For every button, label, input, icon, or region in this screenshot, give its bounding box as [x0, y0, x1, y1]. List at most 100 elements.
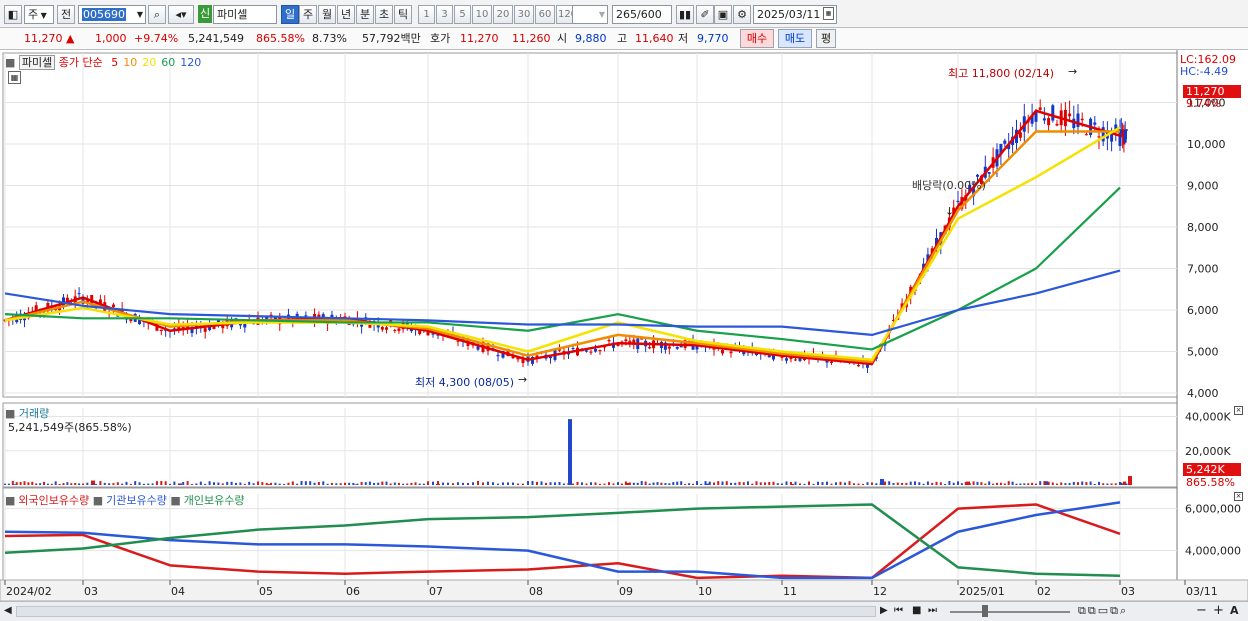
- tab-period-4[interactable]: 분: [356, 5, 374, 24]
- volume-bar: [781, 483, 783, 485]
- tab-period-6[interactable]: 틱: [394, 5, 412, 24]
- candle-type-icon[interactable]: ▮▮: [676, 5, 694, 24]
- view-icons[interactable]: ⧉⧉▭⧉⌕: [1078, 604, 1128, 618]
- volume-bar: [628, 482, 631, 485]
- interval-button-0[interactable]: 1: [418, 5, 435, 24]
- calendar-icon[interactable]: ▦: [823, 7, 834, 20]
- chevron-down-icon[interactable]: ▼: [137, 6, 143, 23]
- tab-period-0[interactable]: 일: [281, 5, 299, 24]
- zoom-out-icon[interactable]: −: [1196, 603, 1207, 618]
- ma-label[interactable]: 20: [142, 56, 156, 69]
- volume-bar: [540, 481, 543, 485]
- volume-bar: [620, 483, 623, 485]
- volume-bar: [826, 481, 828, 485]
- volume-bar: [835, 482, 837, 485]
- dividend-annotation: 배당락(0.00%): [912, 179, 986, 192]
- volume-bar: [406, 483, 409, 485]
- interval-button-4[interactable]: 20: [493, 5, 513, 24]
- volume-bar: [554, 482, 556, 485]
- volume-bar: [90, 483, 93, 485]
- interval-button-1[interactable]: 3: [436, 5, 453, 24]
- zoom-slider[interactable]: [950, 611, 1070, 613]
- forward-icon[interactable]: ⏭: [928, 605, 937, 616]
- tab-period-5[interactable]: 초: [375, 5, 393, 24]
- volume-bar: [656, 482, 659, 485]
- ma-label[interactable]: 10: [123, 56, 137, 69]
- volume-bar: [853, 483, 855, 485]
- volume-bar: [221, 483, 224, 485]
- panel-marker-icon: ■: [5, 494, 16, 507]
- font-size-icon[interactable]: A: [1230, 604, 1239, 617]
- prev-button[interactable]: 전: [57, 5, 75, 24]
- interval-button-3[interactable]: 10: [472, 5, 492, 24]
- search-icon[interactable]: ⌕: [148, 5, 166, 24]
- scroll-right-icon[interactable]: ▶: [880, 605, 888, 616]
- holding-legend-item[interactable]: 기관보유수량: [106, 494, 167, 507]
- volume-bar: [944, 483, 947, 485]
- panel-border: [2, 52, 1178, 398]
- volume-bar: [608, 482, 610, 485]
- tab-period-1[interactable]: 주: [299, 5, 317, 24]
- interval-button-6[interactable]: 60: [535, 5, 555, 24]
- volume-bar: [888, 481, 891, 485]
- low-annotation: 최저 4,300 (08/05): [415, 376, 515, 389]
- ma-label[interactable]: 5: [111, 56, 118, 69]
- zoom-slider-thumb[interactable]: [982, 605, 988, 617]
- stop-icon[interactable]: ■: [912, 605, 921, 616]
- volume-bar: [567, 483, 570, 485]
- volume-bar: [217, 482, 220, 485]
- close-icon[interactable]: ×: [1234, 492, 1243, 501]
- count-field[interactable]: 265/600: [612, 5, 672, 24]
- tab-period-3[interactable]: 년: [337, 5, 355, 24]
- volume-bar: [1093, 483, 1096, 485]
- save-icon[interactable]: ▣: [714, 5, 732, 24]
- candle-body: [1084, 134, 1088, 136]
- volume-bar: [283, 483, 286, 485]
- sell-button[interactable]: 매도: [778, 29, 812, 48]
- volume-bar: [134, 481, 137, 485]
- eval-button[interactable]: 평: [816, 29, 836, 48]
- chart-menu-icon[interactable]: ◧: [4, 5, 22, 24]
- table-icon[interactable]: ▦: [8, 71, 21, 84]
- rewind-icon[interactable]: ⏮: [894, 605, 903, 616]
- volume-bar: [992, 483, 995, 485]
- volume-bar: [527, 481, 529, 485]
- interval-button-5[interactable]: 30: [514, 5, 534, 24]
- volume-bar: [35, 483, 38, 485]
- cursor-icon[interactable]: ✐: [696, 5, 714, 24]
- interval-button-2[interactable]: 5: [454, 5, 471, 24]
- volume-bar: [1019, 483, 1022, 485]
- tab-period-2[interactable]: 월: [318, 5, 336, 24]
- stock-tag[interactable]: 파미셀: [18, 55, 56, 70]
- ma-label[interactable]: 120: [180, 56, 201, 69]
- zoom-in-icon[interactable]: +: [1213, 603, 1224, 618]
- holding-legend-item[interactable]: 외국인보유수량: [18, 494, 89, 507]
- close-icon[interactable]: ×: [1234, 406, 1243, 415]
- hc-label: HC:-4.49: [1180, 65, 1229, 78]
- date-field[interactable]: 2025/03/11 ▦: [753, 5, 837, 24]
- candle-body: [1038, 107, 1042, 110]
- stock-name-field[interactable]: 파미셀: [213, 5, 277, 24]
- ma-line-10: [4, 130, 1120, 364]
- volume-bar: [317, 482, 320, 485]
- x-tick-label: 04: [171, 585, 185, 598]
- gear-icon[interactable]: ⚙: [733, 5, 751, 24]
- chart-area[interactable]: 11,000 10,000 9,000 8,000 7,000 6,000 5,000 4,0…: [0, 50, 1248, 602]
- holding-legend-item[interactable]: 개인보유수량: [184, 494, 245, 507]
- volume-bar: [186, 481, 189, 485]
- market-select[interactable]: 주 ▼: [24, 5, 54, 24]
- volume-bar: [86, 482, 89, 485]
- code-input[interactable]: 005690 ▼: [78, 5, 146, 24]
- chart-svg[interactable]: 11,00010,0009,0008,0007,0006,0005,0004,0…: [0, 50, 1248, 602]
- ma-label[interactable]: 60: [161, 56, 175, 69]
- volume-bar: [393, 482, 396, 485]
- volume-bar: [296, 483, 299, 485]
- volume-bar: [497, 483, 499, 485]
- interval-select[interactable]: ▼: [572, 5, 608, 24]
- scroll-left-icon[interactable]: ◀: [4, 605, 12, 616]
- buy-button[interactable]: 매수: [740, 29, 774, 48]
- scrollbar-track[interactable]: [16, 606, 876, 617]
- volume-bar: [125, 481, 128, 485]
- volume-bar: [648, 483, 651, 485]
- speaker-icon[interactable]: ◂▾: [168, 5, 194, 24]
